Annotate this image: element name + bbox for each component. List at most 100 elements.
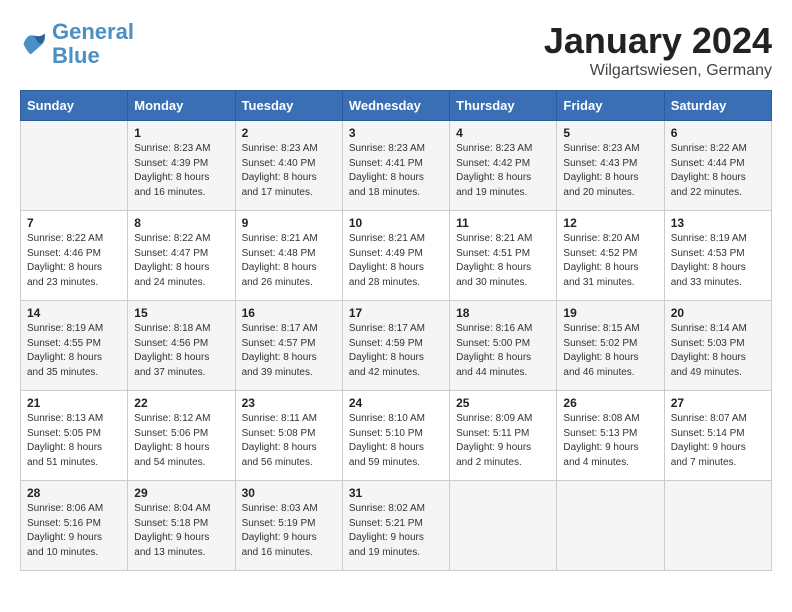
- day-number: 23: [242, 396, 336, 410]
- calendar-day-header: Friday: [557, 91, 664, 121]
- calendar-cell: 10 Sunrise: 8:21 AM Sunset: 4:49 PM Dayli…: [342, 211, 449, 301]
- calendar-cell: 17 Sunrise: 8:17 AM Sunset: 4:59 PM Dayli…: [342, 301, 449, 391]
- day-number: 6: [671, 126, 765, 140]
- day-number: 25: [456, 396, 550, 410]
- calendar-cell: 7 Sunrise: 8:22 AM Sunset: 4:46 PM Daylig…: [21, 211, 128, 301]
- calendar-cell: 18 Sunrise: 8:16 AM Sunset: 5:00 PM Dayli…: [450, 301, 557, 391]
- calendar-day-header: Monday: [128, 91, 235, 121]
- day-info: Sunrise: 8:17 AM Sunset: 4:57 PM Dayligh…: [242, 322, 336, 380]
- calendar-day-header: Sunday: [21, 91, 128, 121]
- calendar-cell: 22 Sunrise: 8:12 AM Sunset: 5:06 PM Dayli…: [128, 391, 235, 481]
- calendar-cell: 29 Sunrise: 8:04 AM Sunset: 5:18 PM Dayli…: [128, 481, 235, 571]
- title-block: January 2024 Wilgartswiesen, Germany: [544, 20, 772, 80]
- day-info: Sunrise: 8:07 AM Sunset: 5:14 PM Dayligh…: [671, 412, 765, 470]
- day-number: 30: [242, 486, 336, 500]
- day-info: Sunrise: 8:15 AM Sunset: 5:02 PM Dayligh…: [563, 322, 657, 380]
- day-info: Sunrise: 8:02 AM Sunset: 5:21 PM Dayligh…: [349, 502, 443, 560]
- day-number: 10: [349, 216, 443, 230]
- calendar-cell: 20 Sunrise: 8:14 AM Sunset: 5:03 PM Dayli…: [664, 301, 771, 391]
- day-info: Sunrise: 8:19 AM Sunset: 4:53 PM Dayligh…: [671, 232, 765, 290]
- day-number: 8: [134, 216, 228, 230]
- logo-name: GeneralBlue: [52, 20, 134, 68]
- day-number: 1: [134, 126, 228, 140]
- day-info: Sunrise: 8:22 AM Sunset: 4:46 PM Dayligh…: [27, 232, 121, 290]
- calendar-cell: 6 Sunrise: 8:22 AM Sunset: 4:44 PM Daylig…: [664, 121, 771, 211]
- day-info: Sunrise: 8:22 AM Sunset: 4:47 PM Dayligh…: [134, 232, 228, 290]
- day-info: Sunrise: 8:06 AM Sunset: 5:16 PM Dayligh…: [27, 502, 121, 560]
- calendar-week-row: 28Sunrise: 8:06 AM Sunset: 5:16 PM Dayli…: [21, 481, 772, 571]
- calendar-week-row: 7 Sunrise: 8:22 AM Sunset: 4:46 PM Daylig…: [21, 211, 772, 301]
- day-number: 12: [563, 216, 657, 230]
- calendar-week-row: 14Sunrise: 8:19 AM Sunset: 4:55 PM Dayli…: [21, 301, 772, 391]
- calendar-cell: 25 Sunrise: 8:09 AM Sunset: 5:11 PM Dayli…: [450, 391, 557, 481]
- day-info: Sunrise: 8:21 AM Sunset: 4:49 PM Dayligh…: [349, 232, 443, 290]
- day-number: 31: [349, 486, 443, 500]
- day-info: Sunrise: 8:17 AM Sunset: 4:59 PM Dayligh…: [349, 322, 443, 380]
- day-info: Sunrise: 8:21 AM Sunset: 4:48 PM Dayligh…: [242, 232, 336, 290]
- calendar-cell: 8 Sunrise: 8:22 AM Sunset: 4:47 PM Daylig…: [128, 211, 235, 301]
- logo: GeneralBlue: [20, 20, 134, 68]
- calendar-cell: 14Sunrise: 8:19 AM Sunset: 4:55 PM Dayli…: [21, 301, 128, 391]
- calendar-cell: 16 Sunrise: 8:17 AM Sunset: 4:57 PM Dayli…: [235, 301, 342, 391]
- calendar-cell: 23 Sunrise: 8:11 AM Sunset: 5:08 PM Dayli…: [235, 391, 342, 481]
- day-number: 16: [242, 306, 336, 320]
- logo-icon: [20, 30, 48, 58]
- calendar-day-header: Saturday: [664, 91, 771, 121]
- day-number: 9: [242, 216, 336, 230]
- day-number: 29: [134, 486, 228, 500]
- calendar-cell: [557, 481, 664, 571]
- day-number: 7: [27, 216, 121, 230]
- calendar-cell: 3Sunrise: 8:23 AM Sunset: 4:41 PM Daylig…: [342, 121, 449, 211]
- day-info: Sunrise: 8:10 AM Sunset: 5:10 PM Dayligh…: [349, 412, 443, 470]
- day-info: Sunrise: 8:12 AM Sunset: 5:06 PM Dayligh…: [134, 412, 228, 470]
- calendar-week-row: 21 Sunrise: 8:13 AM Sunset: 5:05 PM Dayli…: [21, 391, 772, 481]
- day-number: 22: [134, 396, 228, 410]
- calendar-cell: 24Sunrise: 8:10 AM Sunset: 5:10 PM Dayli…: [342, 391, 449, 481]
- calendar-week-row: 1 Sunrise: 8:23 AM Sunset: 4:39 PM Daylig…: [21, 121, 772, 211]
- day-info: Sunrise: 8:23 AM Sunset: 4:40 PM Dayligh…: [242, 142, 336, 200]
- day-info: Sunrise: 8:23 AM Sunset: 4:42 PM Dayligh…: [456, 142, 550, 200]
- day-info: Sunrise: 8:08 AM Sunset: 5:13 PM Dayligh…: [563, 412, 657, 470]
- calendar-cell: 31 Sunrise: 8:02 AM Sunset: 5:21 PM Dayli…: [342, 481, 449, 571]
- calendar-day-header: Thursday: [450, 91, 557, 121]
- calendar-day-header: Wednesday: [342, 91, 449, 121]
- day-info: Sunrise: 8:04 AM Sunset: 5:18 PM Dayligh…: [134, 502, 228, 560]
- day-number: 27: [671, 396, 765, 410]
- calendar-cell: 9 Sunrise: 8:21 AM Sunset: 4:48 PM Daylig…: [235, 211, 342, 301]
- page-header: GeneralBlue January 2024 Wilgartswiesen,…: [20, 20, 772, 80]
- day-number: 11: [456, 216, 550, 230]
- calendar-cell: 2Sunrise: 8:23 AM Sunset: 4:40 PM Daylig…: [235, 121, 342, 211]
- day-number: 17: [349, 306, 443, 320]
- day-number: 21: [27, 396, 121, 410]
- day-number: 14: [27, 306, 121, 320]
- day-info: Sunrise: 8:21 AM Sunset: 4:51 PM Dayligh…: [456, 232, 550, 290]
- calendar-cell: 12 Sunrise: 8:20 AM Sunset: 4:52 PM Dayli…: [557, 211, 664, 301]
- calendar-cell: [664, 481, 771, 571]
- day-info: Sunrise: 8:11 AM Sunset: 5:08 PM Dayligh…: [242, 412, 336, 470]
- day-info: Sunrise: 8:20 AM Sunset: 4:52 PM Dayligh…: [563, 232, 657, 290]
- day-info: Sunrise: 8:23 AM Sunset: 4:41 PM Dayligh…: [349, 142, 443, 200]
- month-title: January 2024: [544, 20, 772, 62]
- day-number: 5: [563, 126, 657, 140]
- calendar-cell: 30 Sunrise: 8:03 AM Sunset: 5:19 PM Dayli…: [235, 481, 342, 571]
- calendar-cell: 5 Sunrise: 8:23 AM Sunset: 4:43 PM Daylig…: [557, 121, 664, 211]
- day-info: Sunrise: 8:16 AM Sunset: 5:00 PM Dayligh…: [456, 322, 550, 380]
- day-info: Sunrise: 8:13 AM Sunset: 5:05 PM Dayligh…: [27, 412, 121, 470]
- calendar-cell: 27 Sunrise: 8:07 AM Sunset: 5:14 PM Dayli…: [664, 391, 771, 481]
- calendar-cell: 19Sunrise: 8:15 AM Sunset: 5:02 PM Dayli…: [557, 301, 664, 391]
- day-info: Sunrise: 8:23 AM Sunset: 4:43 PM Dayligh…: [563, 142, 657, 200]
- day-info: Sunrise: 8:18 AM Sunset: 4:56 PM Dayligh…: [134, 322, 228, 380]
- day-info: Sunrise: 8:22 AM Sunset: 4:44 PM Dayligh…: [671, 142, 765, 200]
- calendar-cell: 15Sunrise: 8:18 AM Sunset: 4:56 PM Dayli…: [128, 301, 235, 391]
- day-number: 13: [671, 216, 765, 230]
- calendar-header-row: SundayMondayTuesdayWednesdayThursdayFrid…: [21, 91, 772, 121]
- calendar-cell: [21, 121, 128, 211]
- day-info: Sunrise: 8:09 AM Sunset: 5:11 PM Dayligh…: [456, 412, 550, 470]
- day-number: 20: [671, 306, 765, 320]
- day-number: 18: [456, 306, 550, 320]
- day-info: Sunrise: 8:23 AM Sunset: 4:39 PM Dayligh…: [134, 142, 228, 200]
- day-info: Sunrise: 8:03 AM Sunset: 5:19 PM Dayligh…: [242, 502, 336, 560]
- calendar-cell: [450, 481, 557, 571]
- day-info: Sunrise: 8:14 AM Sunset: 5:03 PM Dayligh…: [671, 322, 765, 380]
- calendar-cell: 13 Sunrise: 8:19 AM Sunset: 4:53 PM Dayli…: [664, 211, 771, 301]
